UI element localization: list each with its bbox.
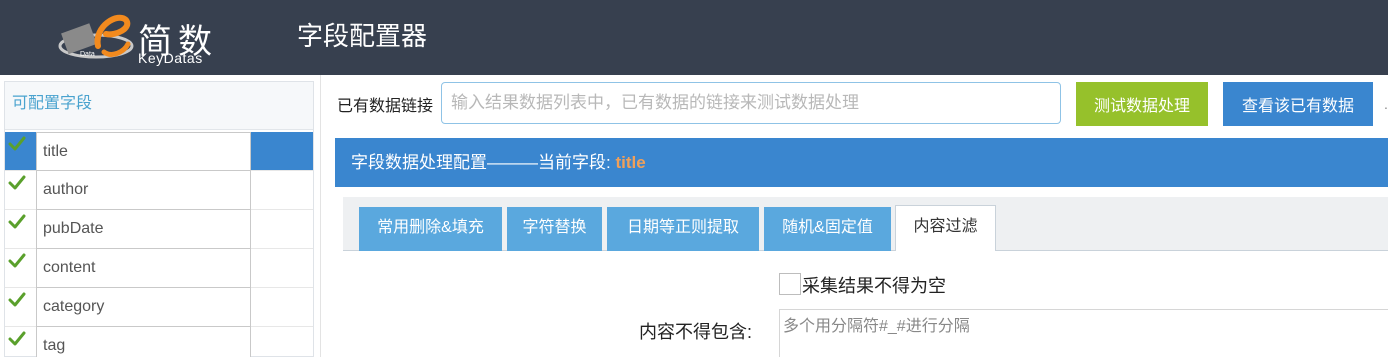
field-row-extra-cell[interactable] [251,249,313,287]
processing-tabs: 常用删除&填充 字符替换 日期等正则提取 随机&固定值 内容过滤 [343,197,1388,252]
field-row-extra-cell[interactable] [251,132,313,170]
field-row-extra-cell[interactable] [251,327,313,357]
field-check-icon[interactable] [5,132,36,170]
field-check-icon[interactable] [5,171,36,209]
data-link-label: 已有数据链接 [337,98,434,115]
field-name-label[interactable]: author [36,171,251,210]
logo-mark-icon: Data [58,14,134,59]
logo-english-text: KeyDatas [138,50,203,66]
field-row-tag[interactable]: tag [5,327,313,357]
tab-char-replace[interactable]: 字符替换 [507,207,602,251]
overflow-glyph: . [1384,96,1388,112]
not-contain-label: 内容不得包含: [639,322,753,342]
field-row-title[interactable]: title [5,132,313,171]
field-name-label[interactable]: category [36,288,251,327]
not-empty-checkbox[interactable] [779,273,801,295]
field-name-label[interactable]: content [36,249,251,288]
field-name-label[interactable]: tag [36,327,251,357]
field-row-extra-cell[interactable] [251,210,313,248]
field-row-extra-cell[interactable] [251,288,313,326]
test-processing-button[interactable]: 测试数据处理 [1076,82,1208,126]
sidebar-title: 可配置字段 [5,82,313,130]
field-row-category[interactable]: category [5,288,313,327]
data-link-input[interactable] [441,82,1061,124]
field-check-icon[interactable] [5,210,36,248]
field-check-icon[interactable] [5,249,36,287]
field-processing-header: 字段数据处理配置———当前字段: title [335,138,1388,187]
panel-title-prefix: 字段数据处理配置———当前字段: [351,153,616,172]
field-check-icon[interactable] [5,327,36,357]
top-header: Data 简数 KeyDatas 字段配置器 [0,0,1388,75]
not-contain-textarea[interactable] [779,309,1388,357]
field-check-icon[interactable] [5,288,36,326]
configurable-fields-panel: 可配置字段 title author pubDate content category t… [4,81,314,357]
view-existing-data-button[interactable]: 查看该已有数据 [1223,82,1373,126]
current-field-name: title [615,153,646,172]
not-empty-label[interactable]: 采集结果不得为空 [802,272,946,298]
field-row-pubDate[interactable]: pubDate [5,210,313,249]
tab-delete-fill[interactable]: 常用删除&填充 [359,207,502,251]
keydatas-logo[interactable]: Data 简数 KeyDatas [58,6,248,68]
field-name-label[interactable]: title [36,132,251,171]
field-row-author[interactable]: author [5,171,313,210]
field-row-content[interactable]: content [5,249,313,288]
tab-content-filter[interactable]: 内容过滤 [895,205,996,252]
tab-random-fixed[interactable]: 随机&固定值 [764,207,891,251]
svg-text:Data: Data [80,51,95,58]
field-name-label[interactable]: pubDate [36,210,251,249]
page-title: 字段配置器 [297,22,428,52]
vertical-divider [320,75,321,357]
tab-regex-extract[interactable]: 日期等正则提取 [607,207,759,251]
field-row-extra-cell[interactable] [251,171,313,209]
